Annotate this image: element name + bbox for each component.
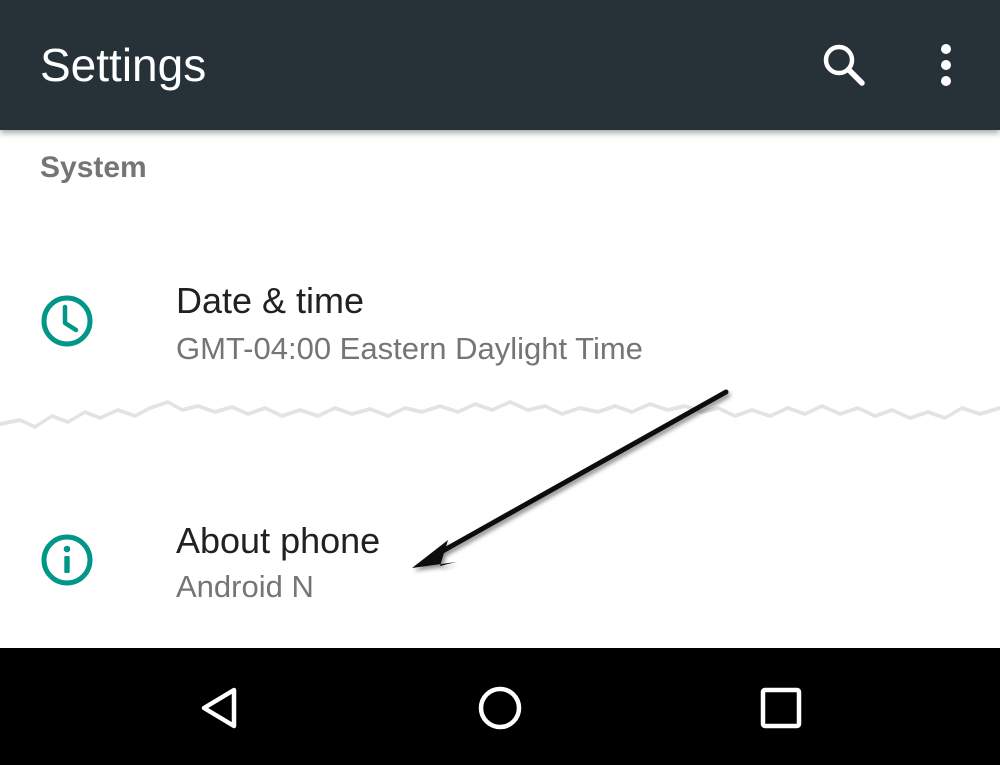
setting-item-summary: GMT-04:00 Eastern Daylight Time [176, 331, 643, 366]
torn-edge-divider [0, 400, 1000, 450]
page-title: Settings [40, 39, 207, 91]
clock-icon [41, 295, 93, 347]
search-icon [823, 44, 865, 86]
overflow-menu-button[interactable] [915, 34, 977, 96]
back-button[interactable] [188, 676, 252, 740]
recents-square-icon [760, 687, 802, 729]
home-circle-icon [478, 686, 522, 730]
recents-button[interactable] [749, 676, 813, 740]
info-icon [41, 534, 93, 586]
settings-screen: Settings System Date & time GMT-04:00 Ea… [0, 0, 1000, 765]
back-triangle-icon [201, 687, 237, 729]
setting-item-summary: Android N [176, 569, 314, 604]
setting-item-title: Date & time [176, 280, 365, 321]
more-vert-icon [941, 44, 951, 86]
section-header-system: System [40, 151, 147, 184]
setting-item-title: About phone [176, 520, 381, 561]
home-button[interactable] [468, 676, 532, 740]
system-navigation-bar [0, 648, 1000, 765]
setting-item-about-phone[interactable]: About phone Android N [0, 500, 1000, 630]
app-toolbar: Settings [0, 0, 1000, 130]
search-button[interactable] [813, 34, 875, 96]
